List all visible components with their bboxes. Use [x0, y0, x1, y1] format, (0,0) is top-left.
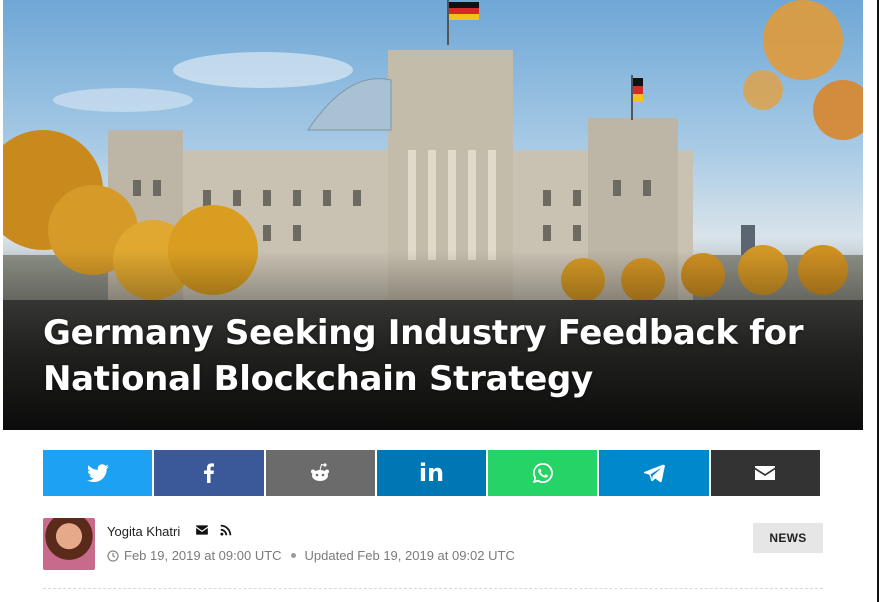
envelope-icon[interactable]: [195, 523, 209, 537]
clock-icon: [107, 549, 119, 562]
hero-image: Germany Seeking Industry Feedback for Na…: [3, 0, 863, 430]
share-twitter-button[interactable]: [43, 450, 153, 496]
share-bar: in: [43, 450, 820, 496]
rss-icon[interactable]: [219, 523, 233, 537]
facebook-icon: [203, 463, 214, 483]
share-telegram-button[interactable]: [599, 450, 709, 496]
updated-date: Updated Feb 19, 2019 at 09:02 UTC: [304, 548, 515, 563]
publish-date-line: Feb 19, 2019 at 09:00 UTC Updated Feb 19…: [107, 548, 515, 563]
category-badge[interactable]: NEWS: [753, 523, 823, 553]
share-reddit-button[interactable]: [265, 450, 375, 496]
author-name[interactable]: Yogita Khatri: [107, 524, 180, 539]
linkedin-icon: in: [418, 459, 445, 487]
twitter-icon: [86, 464, 109, 483]
avatar[interactable]: [43, 518, 95, 570]
separator-dot: [290, 553, 296, 558]
share-email-button[interactable]: [710, 450, 820, 496]
reddit-icon: [311, 463, 330, 481]
share-linkedin-button[interactable]: in: [376, 450, 487, 496]
article-title: Germany Seeking Industry Feedback for Na…: [43, 313, 804, 399]
share-whatsapp-button[interactable]: [488, 450, 598, 496]
published-date: Feb 19, 2019 at 09:00 UTC: [124, 548, 282, 563]
telegram-icon: [643, 464, 665, 483]
envelope-icon: [755, 466, 776, 480]
author-row: Yogita Khatri Feb 19, 2019 at 09:00 UTC …: [43, 518, 823, 570]
share-facebook-button[interactable]: [154, 450, 264, 496]
whatsapp-icon: [532, 463, 553, 483]
divider: [43, 588, 823, 589]
author-contact-icons: [195, 523, 233, 537]
